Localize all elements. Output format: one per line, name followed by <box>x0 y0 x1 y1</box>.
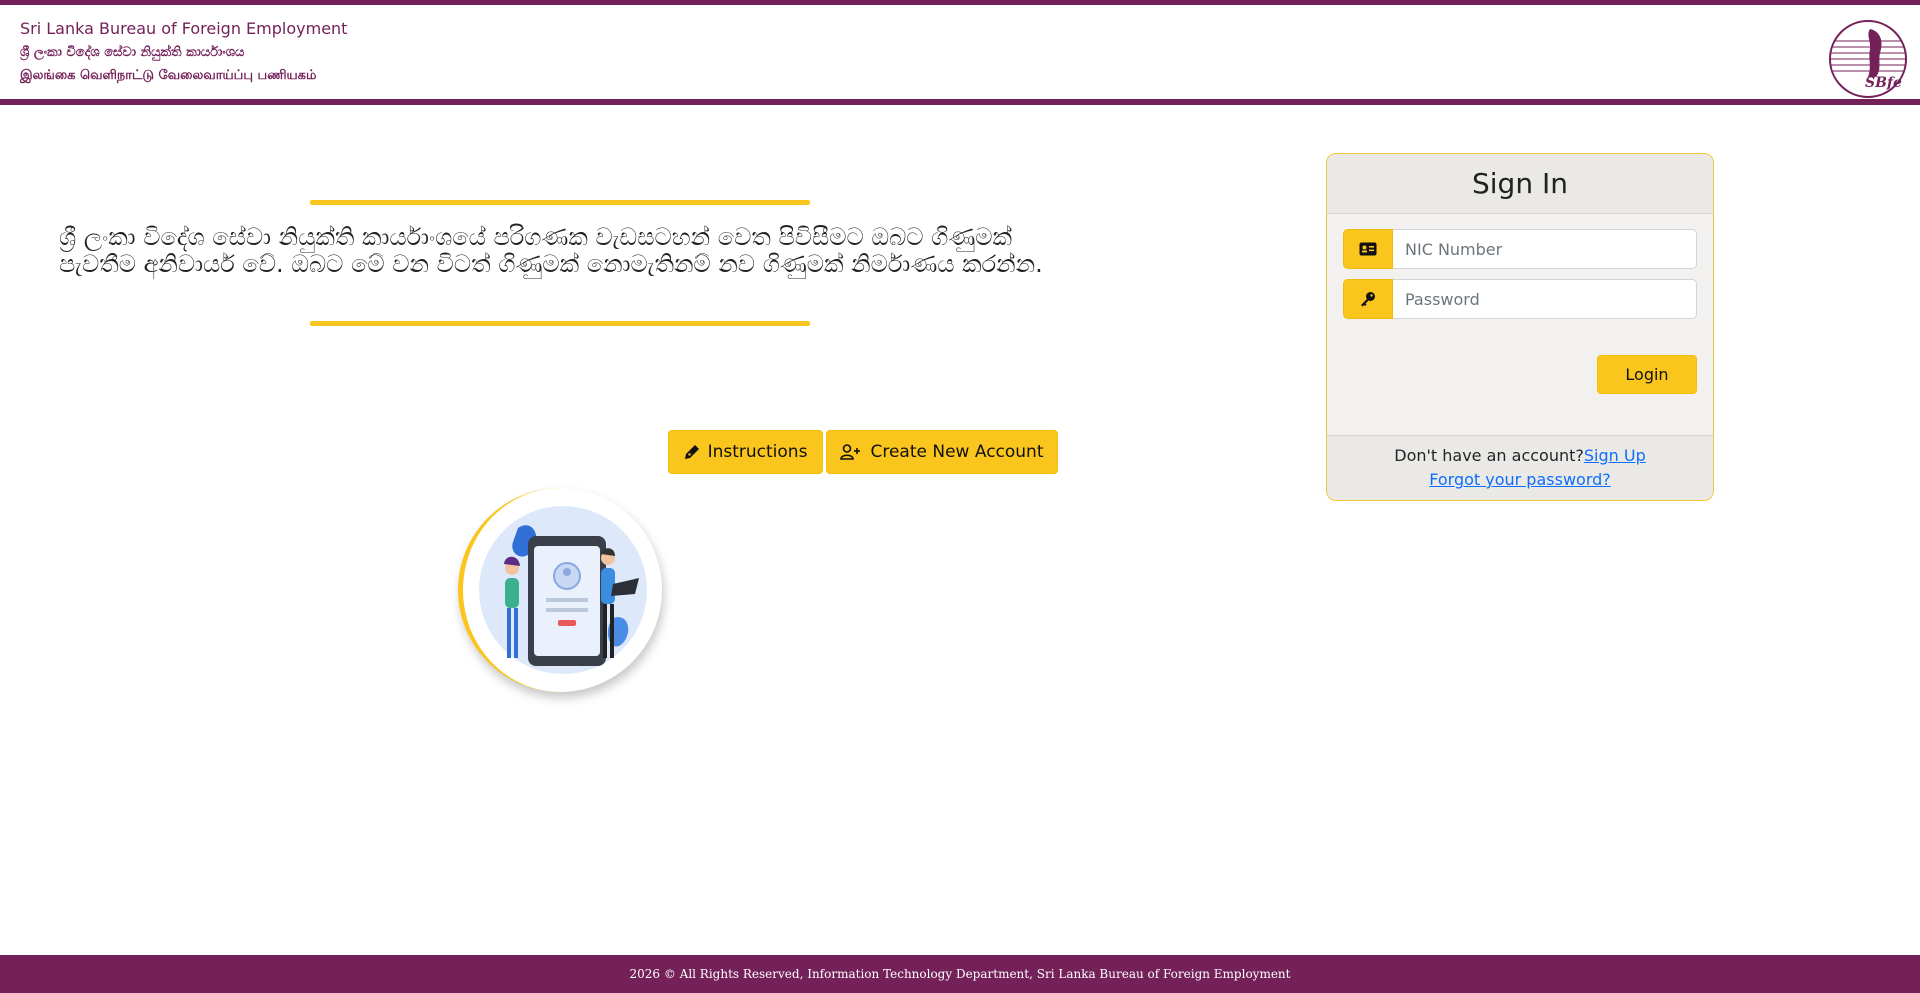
svg-text:SBfe: SBfe <box>1865 75 1902 91</box>
password-input-group <box>1343 279 1697 319</box>
login-button[interactable]: Login <box>1597 355 1697 394</box>
divider-top <box>310 200 810 205</box>
login-illustration <box>458 488 662 692</box>
site-footer: 2026 © All Rights Reserved, Information … <box>0 955 1920 993</box>
copyright-text: 2026 © All Rights Reserved, Information … <box>629 967 1291 981</box>
forgot-password-link[interactable]: Forgot your password? <box>1429 470 1611 489</box>
sign-in-title: Sign In <box>1327 154 1713 214</box>
page: Sri Lanka Bureau of Foreign Employment ශ… <box>0 0 1920 993</box>
user-plus-icon <box>840 444 862 460</box>
organization-names: Sri Lanka Bureau of Foreign Employment ශ… <box>20 19 347 86</box>
sign-in-card: Sign In Login Don't have an account?Sign… <box>1326 153 1714 501</box>
no-account-text: Don't have an account? <box>1394 446 1584 465</box>
instructions-button[interactable]: Instructions <box>668 430 823 474</box>
header-bottom-bar <box>0 99 1920 105</box>
pen-nib-icon <box>684 444 700 460</box>
org-name-english: Sri Lanka Bureau of Foreign Employment <box>20 19 348 38</box>
site-header: Sri Lanka Bureau of Foreign Employment ශ… <box>0 5 1920 100</box>
nic-input-group <box>1343 229 1697 269</box>
sign-in-footer: Don't have an account?Sign Up Forgot you… <box>1327 435 1713 500</box>
create-account-label: Create New Account <box>870 442 1044 462</box>
divider-bottom <box>310 321 810 326</box>
password-input[interactable] <box>1393 279 1697 319</box>
org-name-sinhala: ශ්‍රී ලංකා විදේශ සේවා නියුක්ති කාර්යාංශය <box>20 45 245 60</box>
org-name-tamil: இலங்கை வெளிநாட்டு வேலைவாய்ப்பு பணியகம் <box>20 68 317 83</box>
slbfe-logo: SBfe <box>1828 19 1908 99</box>
signup-prompt: Don't have an account?Sign Up <box>1327 444 1713 468</box>
sign-up-link[interactable]: Sign Up <box>1584 446 1646 465</box>
id-card-icon <box>1343 229 1393 269</box>
key-icon <box>1343 279 1393 319</box>
instructions-label: Instructions <box>707 442 808 462</box>
nic-number-input[interactable] <box>1393 229 1697 269</box>
intro-text: ශ්‍රී ලංකා විදේශ සේවා නියුක්ති කාර්යාංශය… <box>59 223 1043 278</box>
create-account-button[interactable]: Create New Account <box>826 430 1058 474</box>
